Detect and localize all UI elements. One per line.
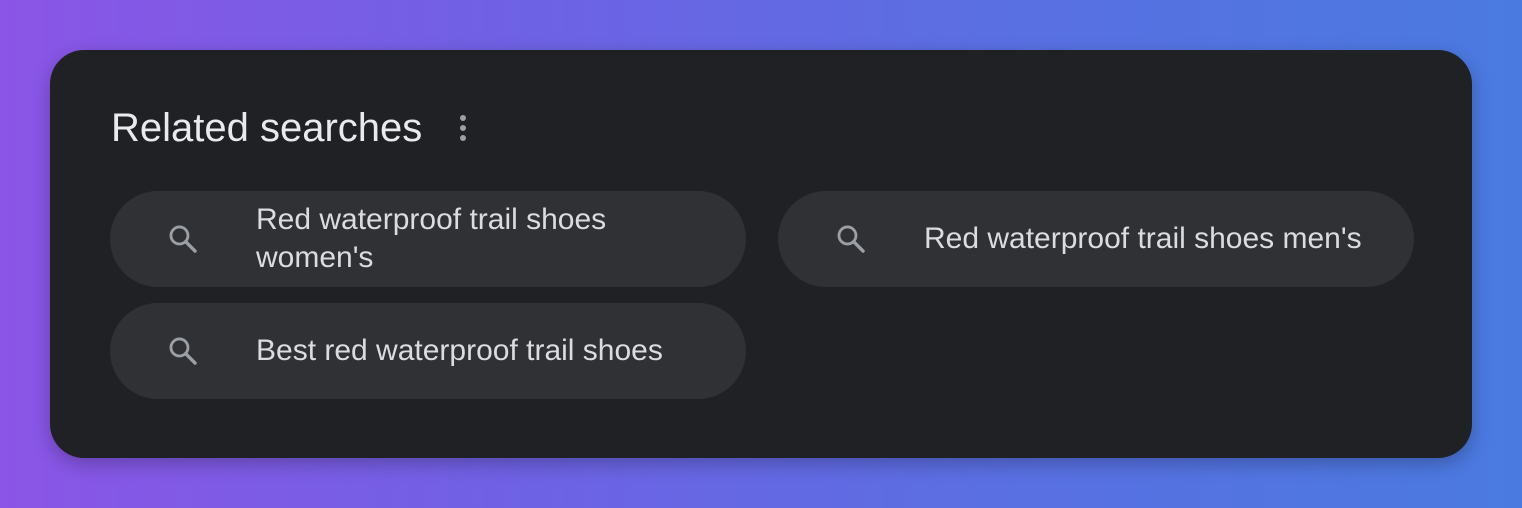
related-search-label: Red waterproof trail shoes men's [924, 222, 1362, 255]
more-vert-icon [460, 115, 467, 141]
more-options-button[interactable] [448, 108, 478, 148]
section-title: Related searches [111, 106, 423, 150]
related-search-chip[interactable]: Best red waterproof trail shoes [110, 303, 746, 399]
related-search-label: Red waterproof trail shoes women's [256, 203, 607, 274]
related-search-chip[interactable]: Red waterproof trail shoes women's [110, 191, 746, 287]
search-icon [169, 225, 197, 253]
related-search-chip[interactable]: Red waterproof trail shoes men's [778, 191, 1414, 287]
related-searches-header: Related searches [111, 104, 478, 152]
related-searches-card: Related searches Red waterproof trail sh… [50, 50, 1472, 458]
search-icon [169, 337, 197, 365]
search-icon [837, 225, 865, 253]
related-search-label: Best red waterproof trail shoes [256, 334, 663, 367]
